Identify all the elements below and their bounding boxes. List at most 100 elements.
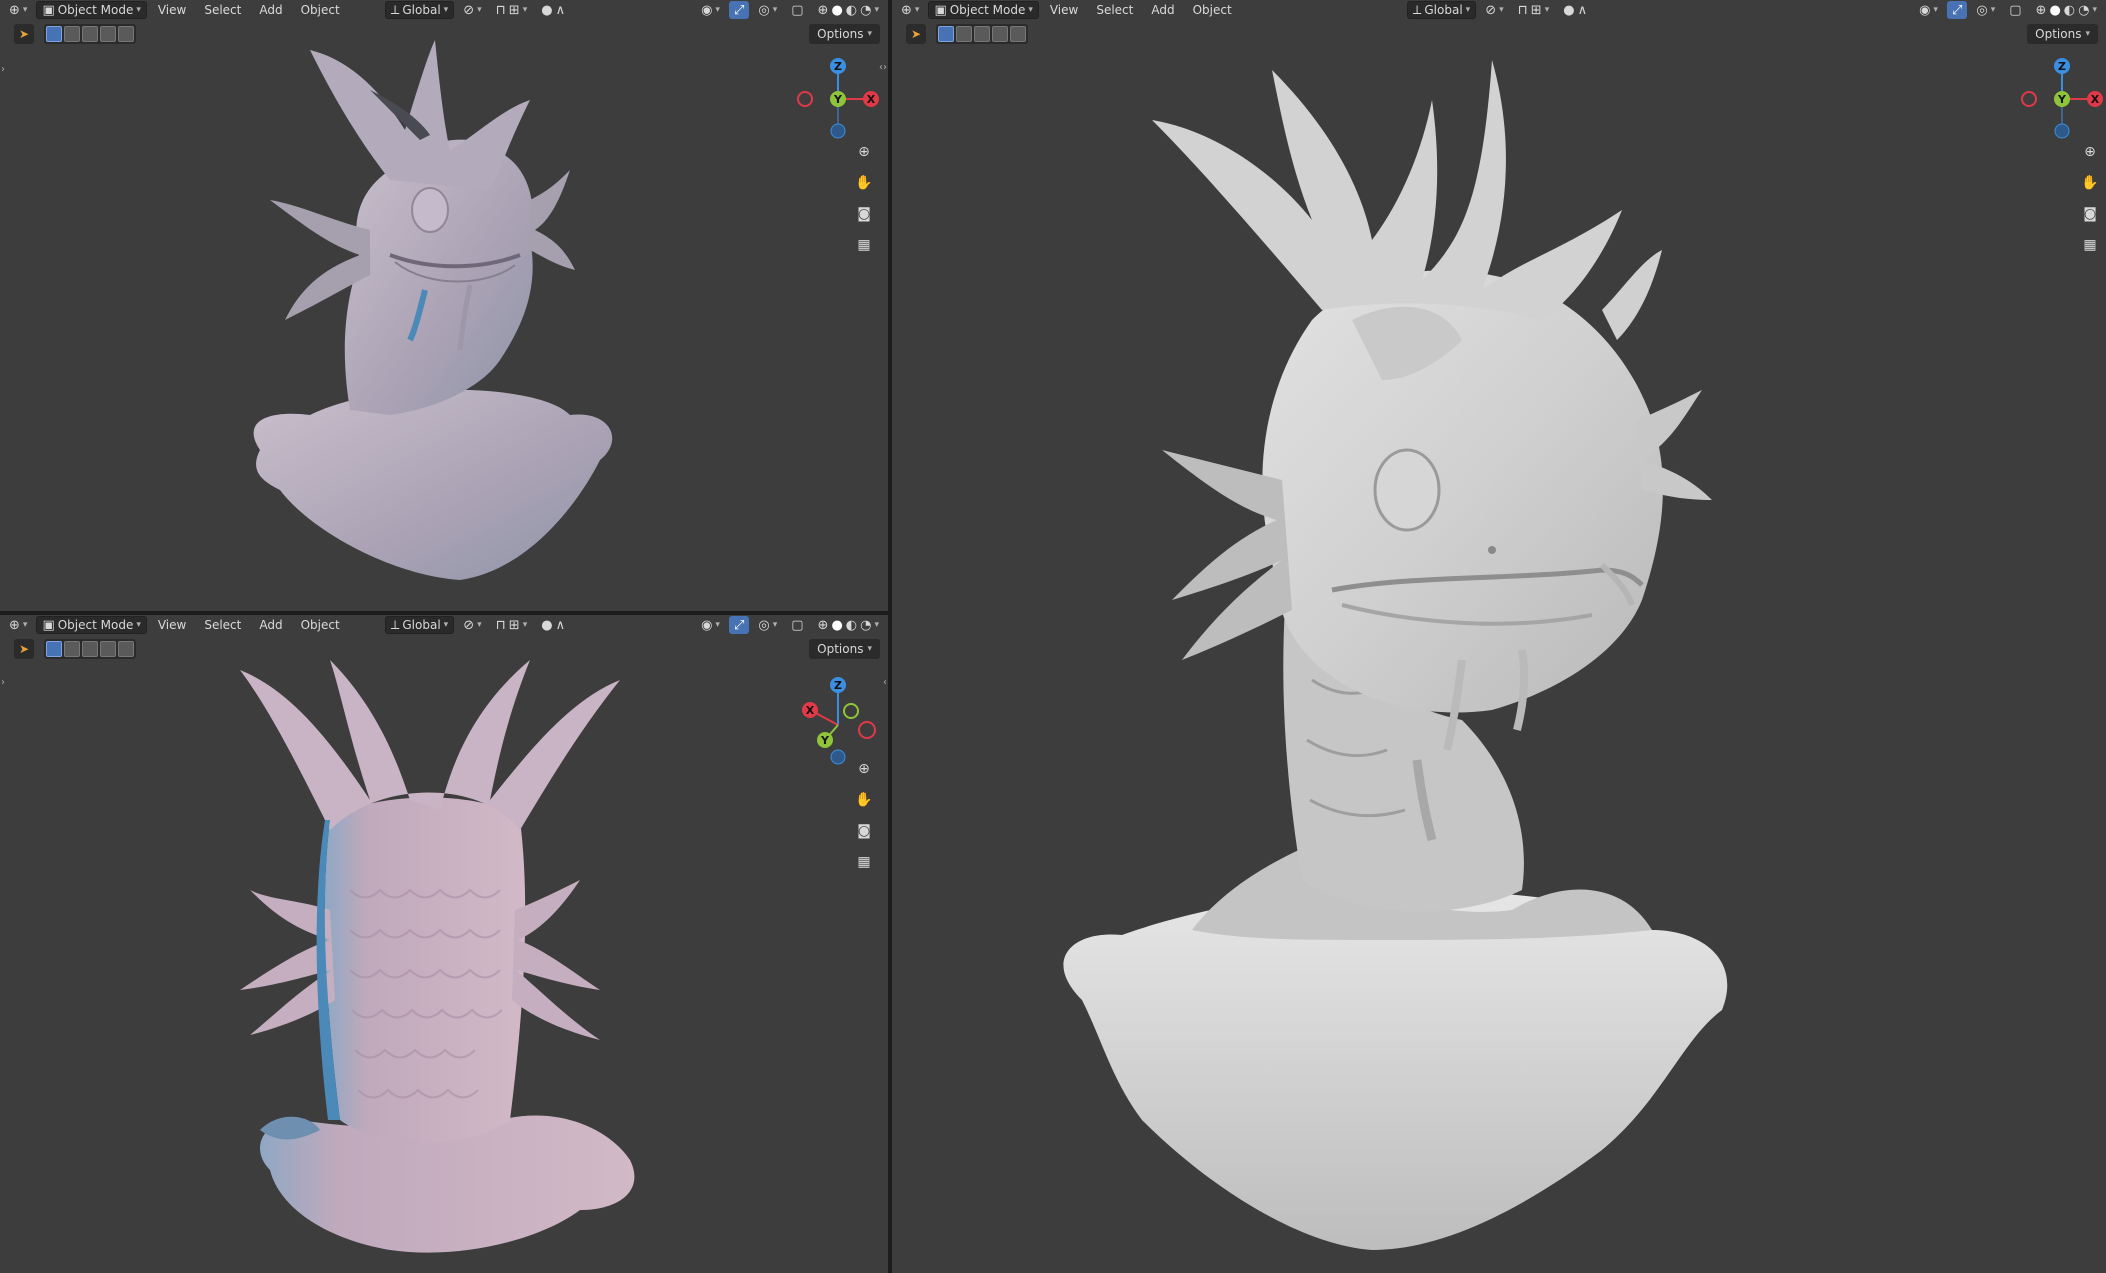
menu-view[interactable]: View <box>151 616 193 634</box>
viewport-right[interactable]: ⊕ ▾ ▣ Object Mode ▾ View Select Add Object … <box>892 0 2106 1273</box>
select-tool-icon[interactable]: ➤ <box>14 24 34 44</box>
overlay-button[interactable]: ◎ ▾ <box>753 616 782 634</box>
menu-add[interactable]: Add <box>1144 1 1181 19</box>
rendered-shading-icon[interactable]: ◔ <box>860 4 871 17</box>
options-dropdown[interactable]: Options ▾ <box>809 639 880 659</box>
camera-icon[interactable]: ◙ <box>853 203 875 225</box>
hand-icon[interactable]: ✋ <box>853 789 875 811</box>
selection-mode-extend[interactable] <box>64 641 80 657</box>
rendered-shading-icon[interactable]: ◔ <box>2078 4 2089 17</box>
navigation-gizmo[interactable]: Z X Y <box>793 675 883 765</box>
menu-view[interactable]: View <box>1043 1 1085 19</box>
solid-shading-icon[interactable]: ● <box>831 4 842 17</box>
proportional-edit-button[interactable]: ● ∧ <box>536 616 570 634</box>
shading-buttons[interactable]: ⊕ ● ◐ ◔ ▾ <box>2031 1 2102 19</box>
material-shading-icon[interactable]: ◐ <box>846 619 857 632</box>
selection-mode-subtract[interactable] <box>974 26 990 42</box>
selection-mode-intersect[interactable] <box>1010 26 1026 42</box>
selection-mode-invert[interactable] <box>992 26 1008 42</box>
rendered-shading-icon[interactable]: ◔ <box>860 619 871 632</box>
material-shading-icon[interactable]: ◐ <box>846 4 857 17</box>
selection-mode-set[interactable] <box>46 641 62 657</box>
selection-mode-intersect[interactable] <box>118 641 134 657</box>
menu-select[interactable]: Select <box>1089 1 1140 19</box>
snap-button[interactable]: ⊓ ⊞ ▾ <box>491 1 533 19</box>
wireframe-shading-icon[interactable]: ⊕ <box>818 619 829 632</box>
gizmo-toggle[interactable]: ⤢ <box>728 616 750 634</box>
xray-button[interactable]: ▢ <box>786 616 808 634</box>
solid-shading-icon[interactable]: ● <box>831 619 842 632</box>
menu-add[interactable]: Add <box>252 1 289 19</box>
xray-button[interactable]: ▢ <box>2004 1 2026 19</box>
overlay-button[interactable]: ◎ ▾ <box>1971 1 2000 19</box>
camera-icon[interactable]: ◙ <box>853 820 875 842</box>
pivot-button[interactable]: ⊘ ▾ <box>1480 1 1508 19</box>
editor-type-button[interactable]: ⊕ ▾ <box>896 1 924 19</box>
snap-button[interactable]: ⊓ ⊞ ▾ <box>491 616 533 634</box>
grid-icon[interactable]: ▦ <box>2079 234 2101 256</box>
orientation-dropdown[interactable]: ⟂ Global ▾ <box>1406 1 1477 19</box>
solid-shading-icon[interactable]: ● <box>2049 4 2060 17</box>
navigation-gizmo[interactable]: Z X Y <box>793 54 883 144</box>
shading-buttons[interactable]: ⊕ ● ◐ ◔ ▾ <box>813 1 884 19</box>
menu-object[interactable]: Object <box>1186 1 1239 19</box>
select-tool-icon[interactable]: ➤ <box>14 639 34 659</box>
orientation-dropdown[interactable]: ⟂ Global ▾ <box>384 1 455 19</box>
navigation-gizmo[interactable]: Z X Y <box>2017 54 2106 144</box>
grid-icon[interactable]: ▦ <box>853 851 875 873</box>
camera-icon[interactable]: ◙ <box>2079 203 2101 225</box>
selection-mode-subtract[interactable] <box>82 641 98 657</box>
zoom-icon[interactable]: ⊕ <box>853 141 875 163</box>
gizmo-toggle[interactable]: ⤢ <box>1946 1 1968 19</box>
menu-object[interactable]: Object <box>294 616 347 634</box>
selection-mode-intersect[interactable] <box>118 26 134 42</box>
toolbar-expand-icon[interactable]: › <box>1 677 5 688</box>
selection-mode-extend[interactable] <box>956 26 972 42</box>
overlay-button[interactable]: ◎ ▾ <box>753 1 782 19</box>
menu-select[interactable]: Select <box>197 1 248 19</box>
proportional-edit-button[interactable]: ● ∧ <box>1558 1 1592 19</box>
material-shading-icon[interactable]: ◐ <box>2064 4 2075 17</box>
mode-dropdown[interactable]: ▣ Object Mode ▾ <box>36 1 147 19</box>
menu-select[interactable]: Select <box>197 616 248 634</box>
menu-view[interactable]: View <box>151 1 193 19</box>
menu-object[interactable]: Object <box>294 1 347 19</box>
zoom-icon[interactable]: ⊕ <box>853 758 875 780</box>
wireframe-shading-icon[interactable]: ⊕ <box>2036 4 2047 17</box>
pivot-button[interactable]: ⊘ ▾ <box>458 1 486 19</box>
pivot-button[interactable]: ⊘ ▾ <box>458 616 486 634</box>
gizmo-toggle[interactable]: ⤢ <box>728 1 750 19</box>
options-dropdown[interactable]: Options ▾ <box>809 24 880 44</box>
visibility-button[interactable]: ◉ ▾ <box>1914 1 1943 19</box>
visibility-button[interactable]: ◉ ▾ <box>696 616 725 634</box>
wireframe-shading-icon[interactable]: ⊕ <box>818 4 829 17</box>
proportional-edit-button[interactable]: ● ∧ <box>536 1 570 19</box>
selection-mode-set[interactable] <box>46 26 62 42</box>
toolbar-expand-icon[interactable]: › <box>1 64 5 75</box>
visibility-button[interactable]: ◉ ▾ <box>696 1 725 19</box>
xray-button[interactable]: ▢ <box>786 1 808 19</box>
selection-mode-invert[interactable] <box>100 26 116 42</box>
selection-mode-invert[interactable] <box>100 641 116 657</box>
sidebar-expand-icon[interactable]: ‹ <box>883 677 887 688</box>
sidebar-expand-icon[interactable]: ‹› <box>879 62 887 73</box>
viewport-top-left[interactable]: ⊕ ▾ ▣ Object Mode ▾ View Select Add Object … <box>0 0 888 611</box>
grid-icon[interactable]: ▦ <box>853 234 875 256</box>
menu-add[interactable]: Add <box>252 616 289 634</box>
editor-type-button[interactable]: ⊕ ▾ <box>4 1 32 19</box>
editor-type-button[interactable]: ⊕ ▾ <box>4 616 32 634</box>
snap-button[interactable]: ⊓ ⊞ ▾ <box>1513 1 1555 19</box>
zoom-icon[interactable]: ⊕ <box>2079 141 2101 163</box>
selection-mode-extend[interactable] <box>64 26 80 42</box>
orientation-dropdown[interactable]: ⟂ Global ▾ <box>384 616 455 634</box>
selection-mode-set[interactable] <box>938 26 954 42</box>
select-tool-icon[interactable]: ➤ <box>906 24 926 44</box>
selection-mode-subtract[interactable] <box>82 26 98 42</box>
shading-buttons[interactable]: ⊕ ● ◐ ◔ ▾ <box>813 616 884 634</box>
mode-dropdown[interactable]: ▣ Object Mode ▾ <box>36 616 147 634</box>
viewport-bottom-left[interactable]: ⊕ ▾ ▣ Object Mode ▾ View Select Add Object … <box>0 615 888 1273</box>
mode-dropdown[interactable]: ▣ Object Mode ▾ <box>928 1 1039 19</box>
options-dropdown[interactable]: Options ▾ <box>2027 24 2098 44</box>
hand-icon[interactable]: ✋ <box>2079 172 2101 194</box>
hand-icon[interactable]: ✋ <box>853 172 875 194</box>
